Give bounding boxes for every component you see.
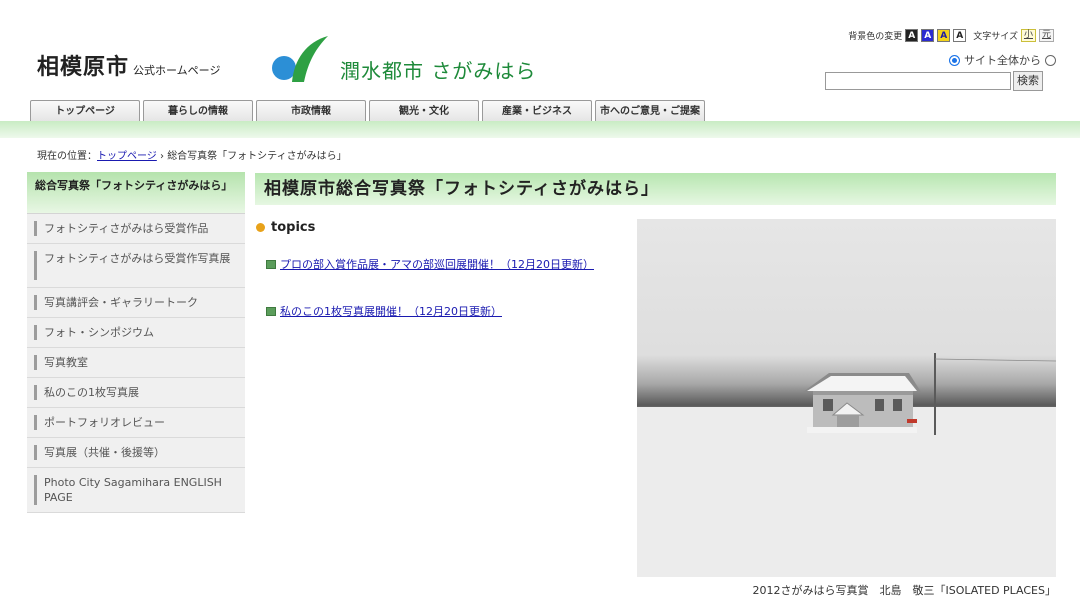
breadcrumb: 現在の位置：トップページ › 総合写真祭「フォトシティさがみはら」 (37, 147, 347, 162)
accessibility-bar: 背景色の変更 A A A A 文字サイズ 小 元 (848, 29, 1054, 42)
sidebar-item-award-exhibition[interactable]: フォトシティさがみはら受賞作写真展 (27, 244, 245, 288)
site-name[interactable]: 相模原市 公式ホームページ (37, 49, 220, 81)
bg-white-button[interactable]: A (953, 29, 967, 42)
news-link-pro-exhibition[interactable]: プロの部入賞作品展・アマの部巡回展開催！（12月20日更新） (280, 257, 594, 272)
sidebar-item-award-works[interactable]: フォトシティさがみはら受賞作品 (27, 214, 245, 244)
news-item-icon (266, 260, 276, 269)
sidebar-item-portfolio-review[interactable]: ポートフォリオレビュー (27, 408, 245, 438)
breadcrumb-home-link[interactable]: トップページ (97, 151, 157, 162)
news-item-icon (266, 307, 276, 316)
tab-living[interactable]: 暮らしの情報 (143, 100, 253, 122)
sidebar-item-photo-class[interactable]: 写真教室 (27, 348, 245, 378)
bg-black-button[interactable]: A (905, 29, 919, 42)
bg-blue-button[interactable]: A (921, 29, 935, 42)
search-button[interactable]: 検索 (1013, 71, 1043, 91)
orange-dot-icon (256, 223, 265, 232)
tab-feedback[interactable]: 市へのご意見・ご提案 (595, 100, 705, 122)
scope-other-radio[interactable] (1045, 54, 1056, 66)
news-item: プロの部入賞作品展・アマの部巡回展開催！（12月20日更新） (266, 257, 626, 272)
city-slogan: 潤水都市 さがみはら (340, 59, 537, 83)
tab-industry[interactable]: 産業・ビジネス (482, 100, 592, 122)
font-original-button[interactable]: 元 (1038, 29, 1054, 42)
page-title: 相模原市総合写真祭「フォトシティさがみはら」 (255, 173, 1056, 205)
sidebar-item-my-one-photo[interactable]: 私のこの1枚写真展 (27, 378, 245, 408)
tab-tourism[interactable]: 観光・文化 (369, 100, 479, 122)
font-small-button[interactable]: 小 (1020, 29, 1036, 42)
search-scope: サイト全体から (949, 52, 1056, 68)
sidebar-item-gallery-talk[interactable]: 写真講評会・ギャラリートーク (27, 288, 245, 318)
featured-photo (637, 219, 1056, 577)
tab-city-admin[interactable]: 市政情報 (256, 100, 366, 122)
nav-underline-band (0, 121, 1080, 138)
site-name-suffix: 公式ホームページ (133, 64, 221, 77)
sidebar-item-symposium[interactable]: フォト・シンポジウム (27, 318, 245, 348)
sidebar-item-cosponsored[interactable]: 写真展（共催・後援等） (27, 438, 245, 468)
news-item: 私のこの1枚写真展開催！（12月20日更新） (266, 304, 626, 319)
sidebar: 総合写真祭「フォトシティさがみはら」 フォトシティさがみはら受賞作品 フォトシテ… (27, 172, 245, 513)
bg-yellow-button[interactable]: A (937, 29, 951, 42)
tab-top[interactable]: トップページ (30, 100, 140, 122)
search-input[interactable] (825, 72, 1011, 90)
font-size-label: 文字サイズ (973, 32, 1018, 42)
sidebar-heading[interactable]: 総合写真祭「フォトシティさがみはら」 (27, 172, 245, 214)
topics-heading: topics (256, 220, 315, 235)
breadcrumb-prefix: 現在の位置： (37, 151, 97, 162)
breadcrumb-current: 総合写真祭「フォトシティさがみはら」 (167, 151, 347, 162)
sidebar-item-english[interactable]: Photo City Sagamihara ENGLISH PAGE (27, 468, 245, 513)
bg-color-label: 背景色の変更 (848, 32, 903, 42)
scope-site-radio[interactable] (949, 54, 960, 66)
global-nav: トップページ 暮らしの情報 市政情報 観光・文化 産業・ビジネス 市へのご意見・… (30, 100, 705, 122)
photo-caption: 2012さがみはら写真賞 北島 敬三「ISOLATED PLACES」 (752, 584, 1056, 597)
city-logo-icon[interactable] (270, 34, 330, 86)
news-link-my-one-photo[interactable]: 私のこの1枚写真展開催！（12月20日更新） (280, 304, 502, 319)
scope-site-label: サイト全体から (964, 54, 1041, 67)
topics-label: topics (271, 220, 316, 235)
site-name-text: 相模原市 (37, 55, 130, 80)
breadcrumb-separator: › (160, 151, 164, 162)
